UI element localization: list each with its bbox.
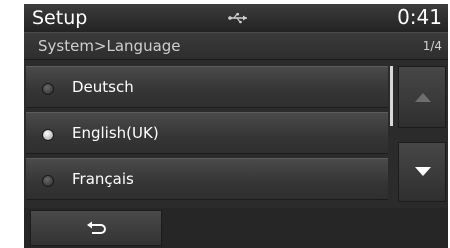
language-option-francais[interactable]: Français xyxy=(26,158,388,200)
radio-indicator xyxy=(42,83,54,95)
triangle-down-icon xyxy=(415,167,431,176)
language-option-deutsch[interactable]: Deutsch xyxy=(26,66,388,108)
scroll-up-button[interactable] xyxy=(398,66,446,128)
header-bar: Setup 0:41 xyxy=(24,4,448,32)
scroll-down-button[interactable] xyxy=(398,142,446,202)
bottom-bar xyxy=(24,208,448,248)
screen-title: Setup xyxy=(32,7,88,29)
language-option-english-uk[interactable]: English(UK) xyxy=(26,112,388,154)
radio-indicator-selected xyxy=(42,129,54,141)
usb-icon xyxy=(228,13,247,24)
breadcrumb: System>Language xyxy=(38,37,181,55)
setup-screen: Setup 0:41 System>Language 1/4 Deutsch E… xyxy=(24,4,448,248)
language-label: Deutsch xyxy=(72,78,134,96)
scroll-position-bar xyxy=(390,66,393,126)
back-arrow-icon xyxy=(87,221,106,234)
language-label: English(UK) xyxy=(72,124,159,142)
triangle-up-icon xyxy=(415,93,431,102)
page-indicator: 1/4 xyxy=(422,39,442,53)
breadcrumb-bar: System>Language 1/4 xyxy=(24,32,448,60)
clock-time: 0:41 xyxy=(397,5,442,29)
back-button[interactable] xyxy=(30,210,162,246)
radio-indicator xyxy=(42,175,54,187)
language-label: Français xyxy=(72,170,134,188)
